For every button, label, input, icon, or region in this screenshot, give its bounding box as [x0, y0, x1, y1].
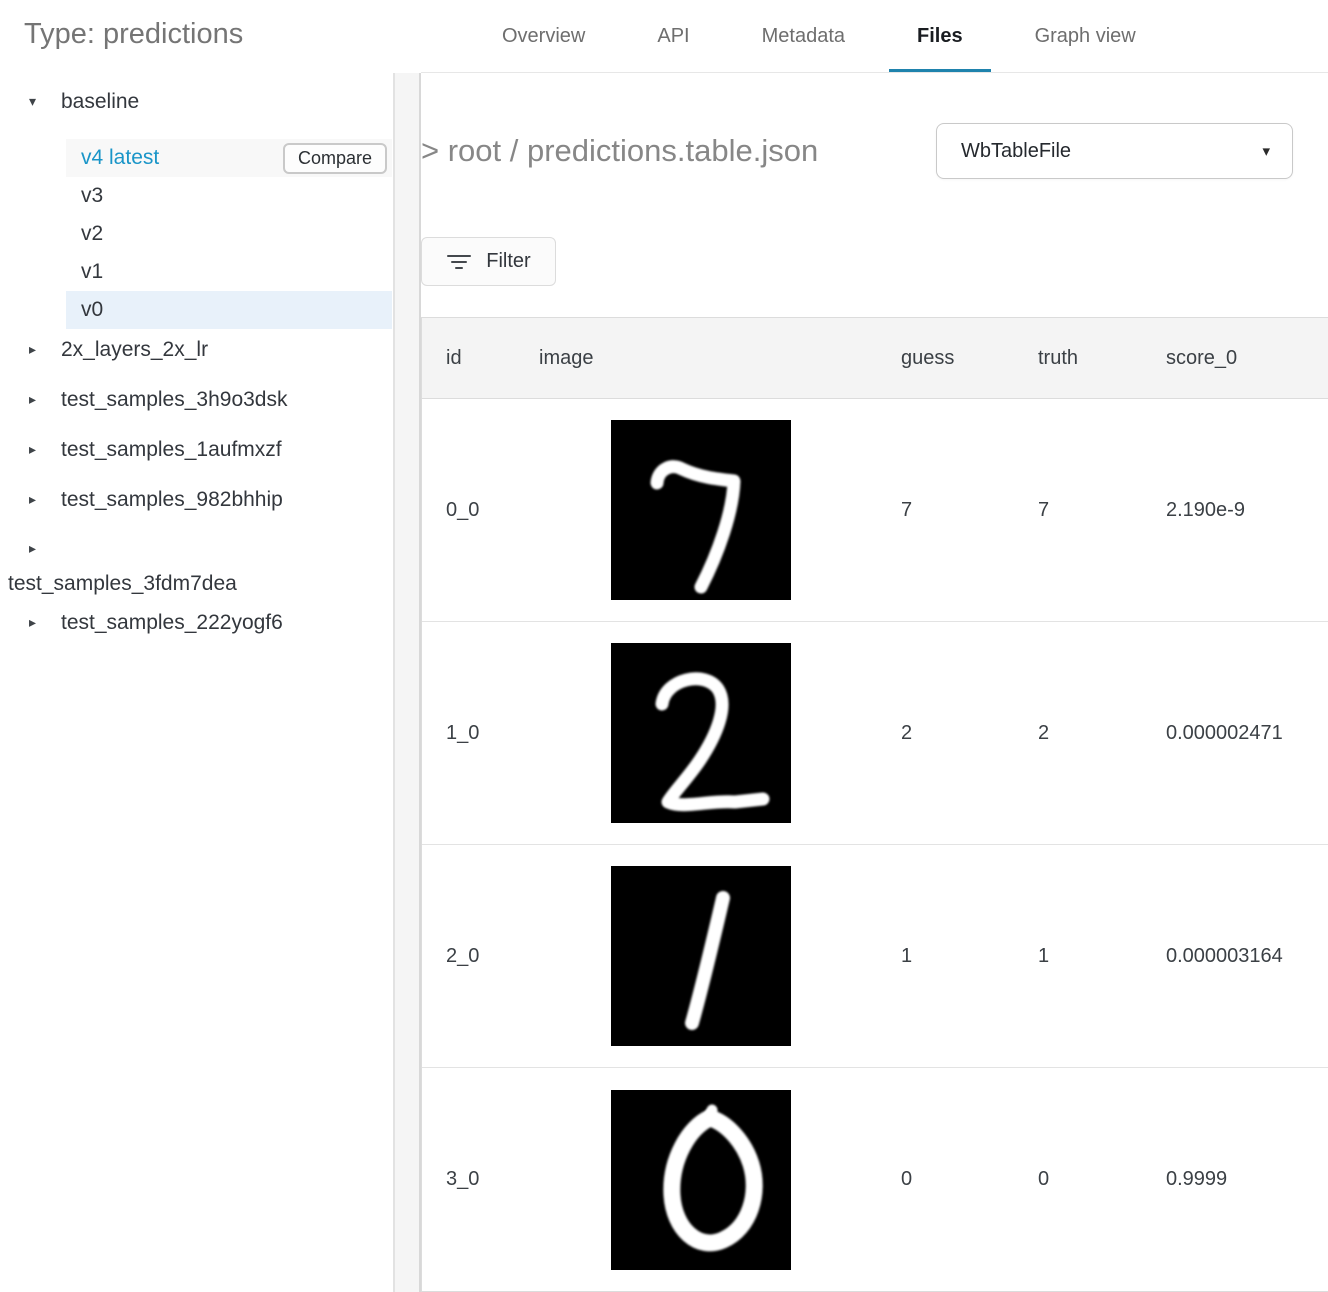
column-header-truth: truth — [1038, 347, 1166, 370]
cell-id: 3_0 — [446, 1168, 539, 1191]
cell-id: 2_0 — [446, 945, 539, 968]
cell-truth: 0 — [1038, 1168, 1166, 1191]
tab-api[interactable]: API — [621, 0, 725, 72]
artifact-browser: Type: predictions ▾ baseline v4 latest C… — [0, 0, 1328, 1292]
version-label: v2 — [81, 222, 103, 246]
cell-score-0: 0.000003164 — [1166, 945, 1328, 968]
tree-item-test-samples-3fdm7dea[interactable]: ▸ test_samples_3fdm7dea — [24, 525, 393, 598]
table-header-row: id image guess truth score_0 — [422, 318, 1328, 399]
version-item-v3[interactable]: v3 — [66, 177, 392, 215]
version-item-v0[interactable]: v0 — [66, 291, 392, 329]
tree-item-label: test_samples_3h9o3dsk — [61, 388, 287, 412]
version-item-v2[interactable]: v2 — [66, 215, 392, 253]
cell-id: 1_0 — [446, 722, 539, 745]
tree-item-test-samples-3h9o3dsk[interactable]: ▸ test_samples_3h9o3dsk — [24, 375, 393, 425]
caret-right-icon: ▸ — [29, 541, 43, 557]
filter-button-label: Filter — [486, 250, 530, 273]
caret-down-icon: ▾ — [29, 94, 43, 110]
cell-id: 0_0 — [446, 499, 539, 522]
cell-guess: 0 — [901, 1168, 1038, 1191]
renderer-select[interactable]: WbTableFile ▾ — [936, 123, 1293, 179]
version-label: v3 — [81, 184, 103, 208]
tree-item-test-samples-982bhhip[interactable]: ▸ test_samples_982bhhip — [24, 475, 393, 525]
column-header-score-0: score_0 — [1166, 347, 1328, 370]
tree-item-test-samples-1aufmxzf[interactable]: ▸ test_samples_1aufmxzf — [24, 425, 393, 475]
tree-item-2x-layers-2x-lr[interactable]: ▸ 2x_layers_2x_lr — [24, 325, 393, 375]
tree-item-test-samples-222yogf6[interactable]: ▸ test_samples_222yogf6 — [24, 598, 393, 648]
version-item-v4[interactable]: v4 latest Compare — [66, 139, 392, 177]
version-list: v4 latest Compare v3 v2 v1 v0 — [24, 139, 393, 329]
tree-item-label: test_samples_982bhhip — [61, 488, 283, 512]
table-row: 1_0 2 2 0.000002471 — [422, 622, 1328, 845]
cell-score-0: 2.190e-9 — [1166, 499, 1328, 522]
tree-item-baseline[interactable]: ▾ baseline — [24, 86, 393, 118]
table-row: 3_0 0 0 0.9999 — [422, 1068, 1328, 1291]
caret-right-icon: ▸ — [29, 492, 43, 508]
caret-right-icon: ▸ — [29, 392, 43, 408]
tree-item-label: 2x_layers_2x_lr — [61, 338, 208, 362]
artifact-sidebar: Type: predictions ▾ baseline v4 latest C… — [0, 0, 393, 1292]
cell-guess: 1 — [901, 945, 1038, 968]
predictions-table: id image guess truth score_0 0_0 7 7 2.1… — [421, 317, 1328, 1292]
mnist-digit-2-image[interactable] — [611, 643, 791, 823]
column-header-image: image — [539, 347, 901, 370]
mnist-digit-7-image[interactable] — [611, 420, 791, 600]
caret-right-icon: ▸ — [29, 442, 43, 458]
cell-score-0: 0.9999 — [1166, 1168, 1328, 1191]
sidebar-title: Type: predictions — [24, 16, 393, 53]
tab-graph-view[interactable]: Graph view — [999, 0, 1172, 72]
version-item-v1[interactable]: v1 — [66, 253, 392, 291]
version-label: v1 — [81, 260, 103, 284]
table-row: 2_0 1 1 0.000003164 — [422, 845, 1328, 1068]
caret-right-icon: ▸ — [29, 342, 43, 358]
mnist-digit-1-image[interactable] — [611, 866, 791, 1046]
file-path-bar: > root / predictions.table.json WbTableF… — [421, 123, 1293, 179]
column-header-guess: guess — [901, 347, 1038, 370]
version-label: v4 latest — [81, 146, 159, 170]
cell-guess: 7 — [901, 499, 1038, 522]
cell-truth: 7 — [1038, 499, 1166, 522]
cell-guess: 2 — [901, 722, 1038, 745]
mnist-digit-0-image[interactable] — [611, 1090, 791, 1270]
sidebar-scrollbar[interactable] — [393, 73, 421, 1292]
cell-truth: 1 — [1038, 945, 1166, 968]
tree-item-label: baseline — [61, 90, 139, 114]
breadcrumb: > root / predictions.table.json — [421, 133, 818, 169]
artifact-tree: ▾ baseline v4 latest Compare v3 v2 v1 — [24, 86, 393, 648]
collapsed-group-list: ▸ 2x_layers_2x_lr ▸ test_samples_3h9o3ds… — [24, 325, 393, 648]
tab-files[interactable]: Files — [881, 0, 999, 72]
tree-item-label: test_samples_3fdm7dea — [8, 570, 393, 598]
tree-item-label: test_samples_222yogf6 — [61, 611, 283, 635]
tab-overview[interactable]: Overview — [466, 0, 621, 72]
tree-item-label: test_samples_1aufmxzf — [61, 438, 282, 462]
version-label: v0 — [81, 298, 103, 322]
artifact-main-panel: Overview API Metadata Files Graph view >… — [421, 0, 1328, 1292]
table-row: 0_0 7 7 2.190e-9 — [422, 399, 1328, 622]
renderer-select-value: WbTableFile — [961, 140, 1071, 163]
cell-score-0: 0.000002471 — [1166, 722, 1328, 745]
caret-right-icon: ▸ — [29, 615, 43, 631]
compare-button[interactable]: Compare — [283, 143, 387, 174]
filter-button[interactable]: Filter — [421, 237, 556, 286]
chevron-down-icon: ▾ — [1262, 142, 1270, 160]
filter-lines-icon — [446, 253, 472, 271]
artifact-tab-bar: Overview API Metadata Files Graph view — [421, 0, 1328, 73]
tab-metadata[interactable]: Metadata — [726, 0, 881, 72]
column-header-id: id — [446, 347, 539, 370]
cell-truth: 2 — [1038, 722, 1166, 745]
